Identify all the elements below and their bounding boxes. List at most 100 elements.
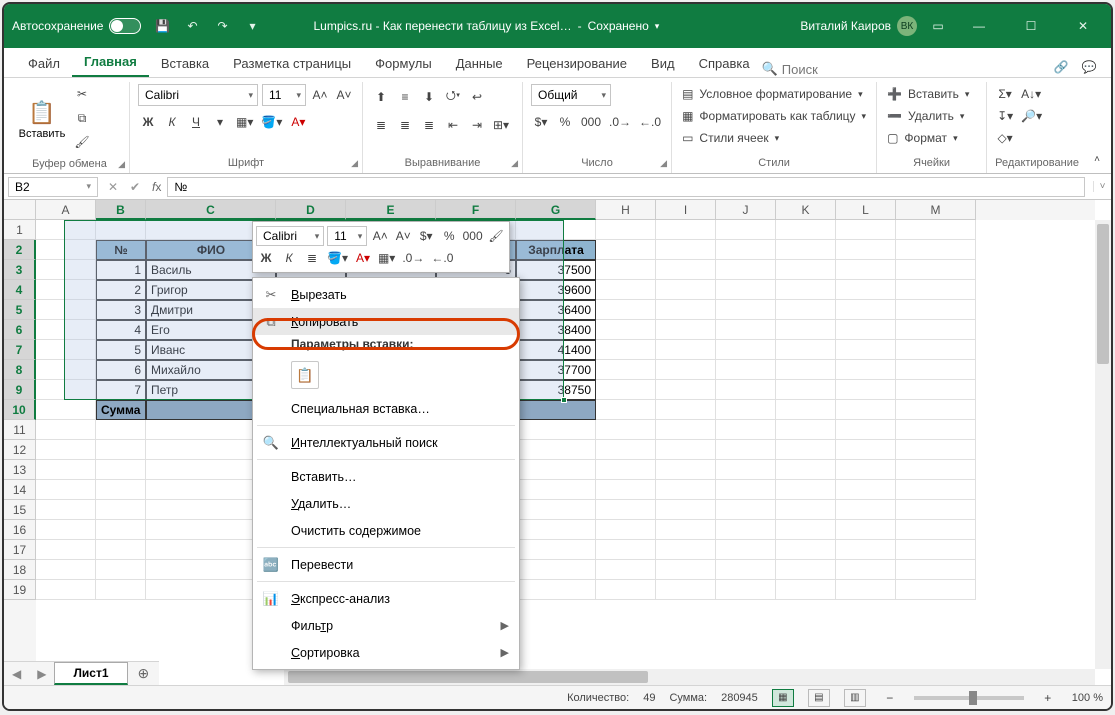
- row-header-1[interactable]: 1: [4, 220, 36, 240]
- maximize-button[interactable]: ☐: [1011, 4, 1051, 48]
- cell[interactable]: [36, 340, 96, 360]
- cell[interactable]: [656, 340, 716, 360]
- cell[interactable]: [596, 240, 656, 260]
- cell[interactable]: [776, 280, 836, 300]
- cell[interactable]: [596, 300, 656, 320]
- cell[interactable]: [596, 400, 656, 420]
- sheet-next-icon[interactable]: ▶: [29, 667, 54, 681]
- cell[interactable]: [516, 480, 596, 500]
- cell[interactable]: [776, 320, 836, 340]
- font-name-select[interactable]: Calibri▾: [138, 84, 258, 106]
- cell[interactable]: [896, 340, 976, 360]
- paste-option-default[interactable]: 📋: [291, 361, 319, 389]
- cell[interactable]: [896, 240, 976, 260]
- close-button[interactable]: ✕: [1063, 4, 1103, 48]
- menu-translate[interactable]: 🔤Перевести: [253, 551, 519, 578]
- mini-align-icon[interactable]: ≣: [302, 248, 322, 268]
- cell[interactable]: [836, 480, 896, 500]
- cell[interactable]: 37500: [516, 260, 596, 280]
- delete-cells-button[interactable]: ➖Удалить▾: [885, 106, 978, 126]
- mini-comma-icon[interactable]: 000: [462, 226, 483, 246]
- cell[interactable]: [96, 460, 146, 480]
- cell[interactable]: [716, 300, 776, 320]
- mini-font-color-icon[interactable]: A▾: [353, 248, 373, 268]
- italic-button[interactable]: К: [162, 112, 182, 132]
- minimize-button[interactable]: —: [959, 4, 999, 48]
- comma-icon[interactable]: 000: [579, 112, 603, 132]
- cell[interactable]: 2: [96, 280, 146, 300]
- shrink-font-icon[interactable]: A˅: [334, 85, 354, 105]
- menu-paste-special[interactable]: Специальная вставка…: [253, 395, 519, 422]
- cell[interactable]: 3: [96, 300, 146, 320]
- cell[interactable]: [836, 420, 896, 440]
- row-header-8[interactable]: 8: [4, 360, 36, 380]
- cell[interactable]: [36, 460, 96, 480]
- col-header-J[interactable]: J: [716, 200, 776, 220]
- cell[interactable]: [896, 260, 976, 280]
- cell[interactable]: [96, 580, 146, 600]
- col-header-B[interactable]: B: [96, 200, 146, 220]
- sort-filter-icon[interactable]: A↓▾: [1019, 84, 1043, 104]
- cell[interactable]: [596, 480, 656, 500]
- col-header-F[interactable]: F: [436, 200, 516, 220]
- formula-input[interactable]: №: [167, 177, 1085, 197]
- align-right-icon[interactable]: ≣: [419, 115, 439, 135]
- bold-button[interactable]: Ж: [138, 112, 158, 132]
- cell[interactable]: [656, 480, 716, 500]
- cell[interactable]: [896, 460, 976, 480]
- cell[interactable]: [776, 400, 836, 420]
- cell[interactable]: [836, 240, 896, 260]
- tab-view[interactable]: Вид: [639, 50, 687, 77]
- cell[interactable]: [776, 520, 836, 540]
- col-header-H[interactable]: H: [596, 200, 656, 220]
- cell[interactable]: [776, 540, 836, 560]
- tab-formulas[interactable]: Формулы: [363, 50, 444, 77]
- cell[interactable]: [836, 320, 896, 340]
- menu-filter[interactable]: Фильтр▶: [253, 612, 519, 639]
- cell[interactable]: [596, 320, 656, 340]
- cell[interactable]: [836, 440, 896, 460]
- dec-decimal-icon[interactable]: ←.0: [637, 112, 663, 132]
- cell[interactable]: [96, 520, 146, 540]
- cell[interactable]: №: [96, 240, 146, 260]
- cell[interactable]: [776, 380, 836, 400]
- cell[interactable]: [896, 380, 976, 400]
- underline-button[interactable]: Ч: [186, 112, 206, 132]
- cell[interactable]: [36, 480, 96, 500]
- tab-file[interactable]: Файл: [16, 50, 72, 77]
- cell[interactable]: [896, 520, 976, 540]
- grow-font-icon[interactable]: A˄: [310, 85, 330, 105]
- cell[interactable]: [516, 440, 596, 460]
- comments-button[interactable]: 💬: [1079, 57, 1099, 77]
- cell[interactable]: [836, 260, 896, 280]
- find-icon[interactable]: 🔎▾: [1019, 106, 1044, 126]
- cell[interactable]: [656, 560, 716, 580]
- number-format-select[interactable]: Общий▾: [531, 84, 611, 106]
- cell[interactable]: [896, 360, 976, 380]
- cell[interactable]: [716, 560, 776, 580]
- menu-cut[interactable]: ✂Вырезать: [253, 281, 519, 308]
- sheet-tab[interactable]: Лист1: [54, 662, 127, 685]
- undo-icon[interactable]: ↶: [183, 17, 201, 35]
- add-sheet-icon[interactable]: ⊕: [128, 665, 160, 682]
- cell[interactable]: [716, 380, 776, 400]
- cell[interactable]: 41400: [516, 340, 596, 360]
- inc-decimal-icon[interactable]: .0→: [607, 112, 633, 132]
- cancel-formula-icon[interactable]: ✕: [102, 180, 124, 194]
- row-header-13[interactable]: 13: [4, 460, 36, 480]
- cell[interactable]: [836, 220, 896, 240]
- cell[interactable]: 38750: [516, 380, 596, 400]
- cell[interactable]: 36400: [516, 300, 596, 320]
- borders-icon[interactable]: ▦▾: [234, 112, 255, 132]
- cell[interactable]: [836, 580, 896, 600]
- cell[interactable]: [776, 480, 836, 500]
- cell[interactable]: [716, 500, 776, 520]
- avatar[interactable]: ВК: [897, 16, 917, 36]
- mini-format-painter-icon[interactable]: 🖌: [486, 226, 506, 246]
- row-header-19[interactable]: 19: [4, 580, 36, 600]
- page-break-icon[interactable]: ▥: [844, 689, 866, 707]
- menu-delete[interactable]: Удалить…: [253, 490, 519, 517]
- cell[interactable]: [656, 520, 716, 540]
- mini-inc-dec-icon[interactable]: .0→: [400, 248, 426, 268]
- cell[interactable]: [96, 560, 146, 580]
